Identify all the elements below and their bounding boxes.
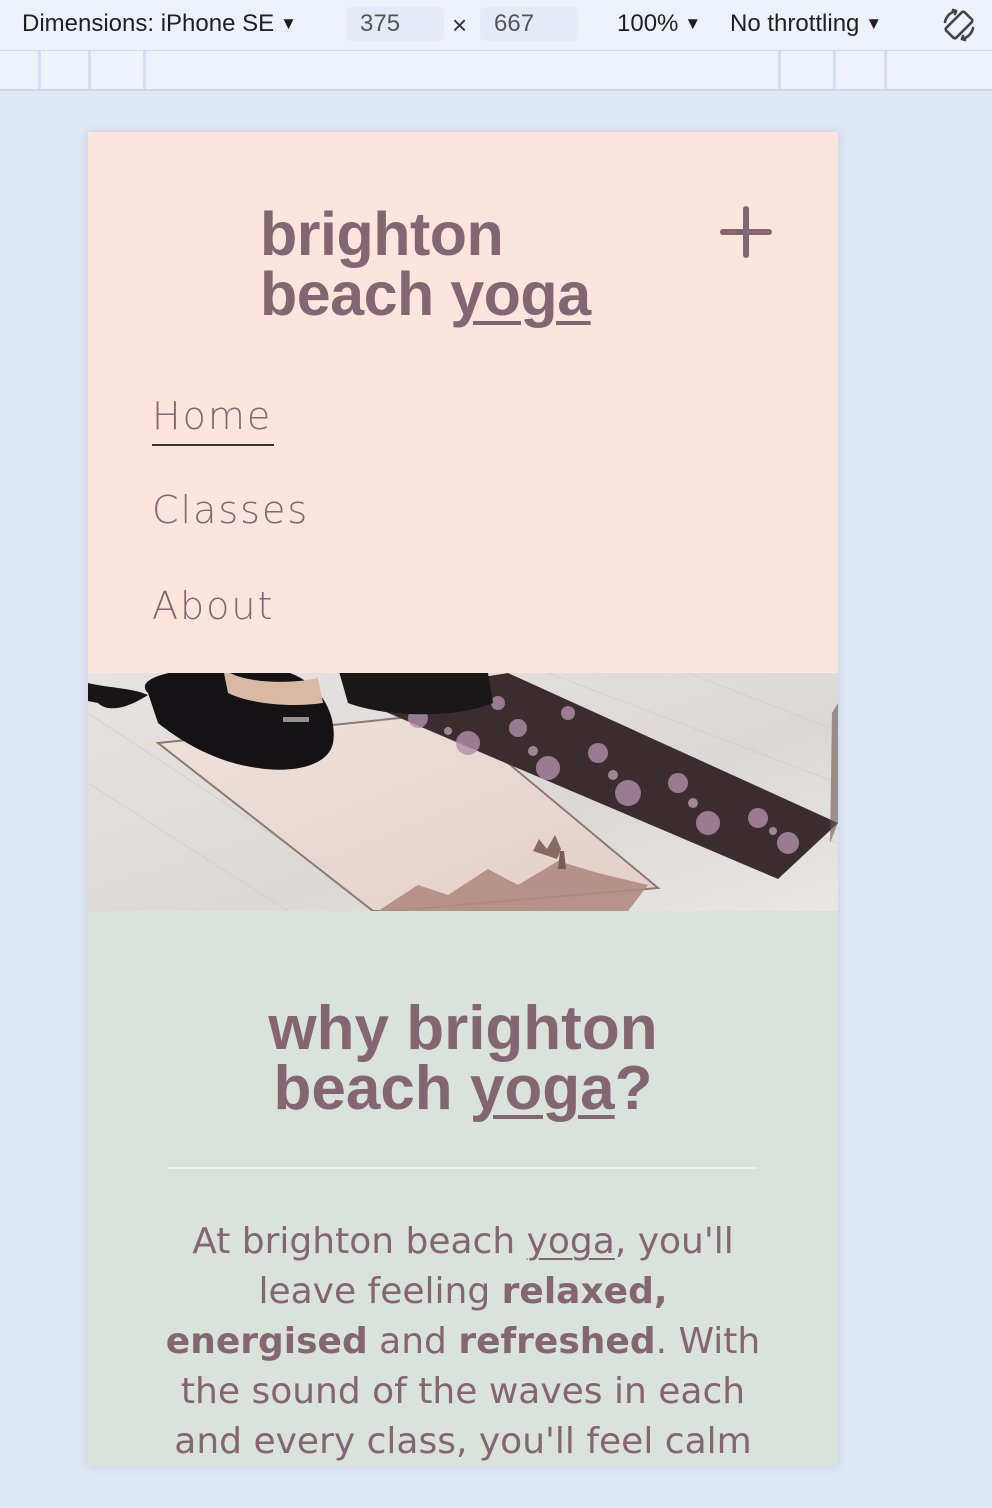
dropdown-arrow-icon: ▼ xyxy=(280,14,297,33)
headline-word-yoga: yoga xyxy=(469,1054,615,1123)
dropdown-arrow-icon: ▼ xyxy=(865,14,883,33)
headline-question-mark: ? xyxy=(614,1054,653,1123)
ruler-segment[interactable] xyxy=(778,51,781,89)
ruler-segment[interactable] xyxy=(38,51,41,89)
logo-line-2: beach yoga xyxy=(260,264,591,325)
throttling-selector[interactable]: No throttling ▼ xyxy=(730,10,882,38)
nav-link-home[interactable]: Home xyxy=(152,394,275,446)
body-text-part: At brighton beach xyxy=(192,1221,527,1262)
body-text-bold: refreshed xyxy=(458,1321,656,1362)
throttling-label: No throttling xyxy=(730,10,860,37)
dropdown-arrow-icon: ▼ xyxy=(684,14,702,33)
logo-line-1: brighton xyxy=(260,200,504,268)
rotate-device-icon[interactable] xyxy=(940,6,978,44)
headline-line-1: why brighton xyxy=(268,994,658,1063)
ruler-segment[interactable] xyxy=(143,51,146,89)
plus-icon[interactable] xyxy=(720,206,772,258)
body-text-yoga: yoga xyxy=(526,1221,615,1262)
section-headline: why brighton beach yoga? xyxy=(88,994,838,1120)
width-input[interactable]: 375 xyxy=(346,7,444,41)
media-query-ruler xyxy=(0,51,992,91)
nav-link-about[interactable]: About xyxy=(152,584,274,628)
zoom-selector[interactable]: 100% ▼ xyxy=(617,10,701,38)
logo-word-yoga: yoga xyxy=(450,260,591,328)
zoom-label: 100% xyxy=(617,10,679,37)
logo-word-beach: beach xyxy=(260,260,451,328)
section-divider xyxy=(168,1167,758,1169)
site-header: brighton beach yoga Home Classes About xyxy=(88,132,838,673)
body-text-part: and xyxy=(367,1321,459,1362)
site-logo[interactable]: brighton beach yoga xyxy=(260,200,591,325)
headline-line-2: beach yoga? xyxy=(88,1058,838,1120)
why-section: why brighton beach yoga? At brighton bea… xyxy=(88,911,838,1466)
device-selector-label: Dimensions: iPhone SE xyxy=(22,10,275,37)
hero-image xyxy=(88,673,838,911)
device-selector[interactable]: Dimensions: iPhone SE ▼ xyxy=(22,10,297,38)
headline-word-beach: beach xyxy=(273,1054,470,1123)
ruler-segment[interactable] xyxy=(884,51,887,89)
ruler-segment[interactable] xyxy=(88,51,91,89)
devtools-toolbar: Dimensions: iPhone SE ▼ 375 × 667 100% ▼ N… xyxy=(0,0,992,51)
device-viewport: brighton beach yoga Home Classes About w… xyxy=(88,132,838,1466)
ruler-segment[interactable] xyxy=(833,51,836,89)
height-input[interactable]: 667 xyxy=(480,7,578,41)
nav-link-classes[interactable]: Classes xyxy=(152,488,309,532)
section-body-text: At brighton beach yoga, you'll leave fee… xyxy=(152,1217,774,1466)
times-symbol: × xyxy=(452,10,468,40)
